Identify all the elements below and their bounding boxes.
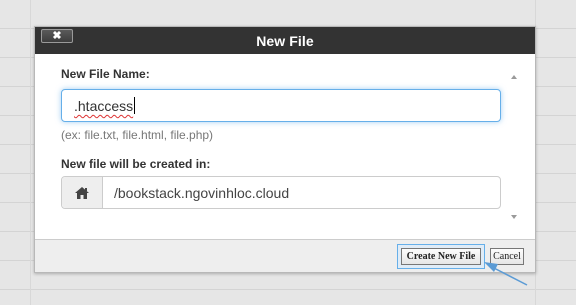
file-name-label: New File Name: <box>61 67 150 81</box>
location-field: /bookstack.ngovinhloc.cloud <box>61 176 501 209</box>
home-icon <box>62 177 103 208</box>
file-name-value: .htaccess <box>74 98 134 114</box>
new-file-dialog: ✖ New File New File Name: .htaccess (ex:… <box>34 26 536 273</box>
dialog-body: New File Name: .htaccess (ex: file.txt, … <box>61 67 503 209</box>
dialog-title: New File <box>256 33 314 49</box>
background-column-left <box>0 0 31 305</box>
create-new-file-button[interactable]: Create New File <box>397 244 485 269</box>
location-label: New file will be created in: <box>61 157 211 171</box>
file-name-input[interactable]: .htaccess <box>61 89 501 122</box>
text-caret <box>134 97 135 114</box>
scroll-up-arrow-icon[interactable] <box>511 75 517 79</box>
dialog-footer: Create New File Cancel <box>35 239 535 272</box>
scroll-down-arrow-icon[interactable] <box>511 215 517 219</box>
file-name-hint: (ex: file.txt, file.html, file.php) <box>61 128 214 142</box>
location-value: /bookstack.ngovinhloc.cloud <box>114 185 290 201</box>
background-column-right <box>535 0 576 305</box>
dialog-titlebar: ✖ New File <box>35 27 535 54</box>
create-new-file-label: Create New File <box>401 248 481 265</box>
cancel-button[interactable]: Cancel <box>490 248 524 265</box>
